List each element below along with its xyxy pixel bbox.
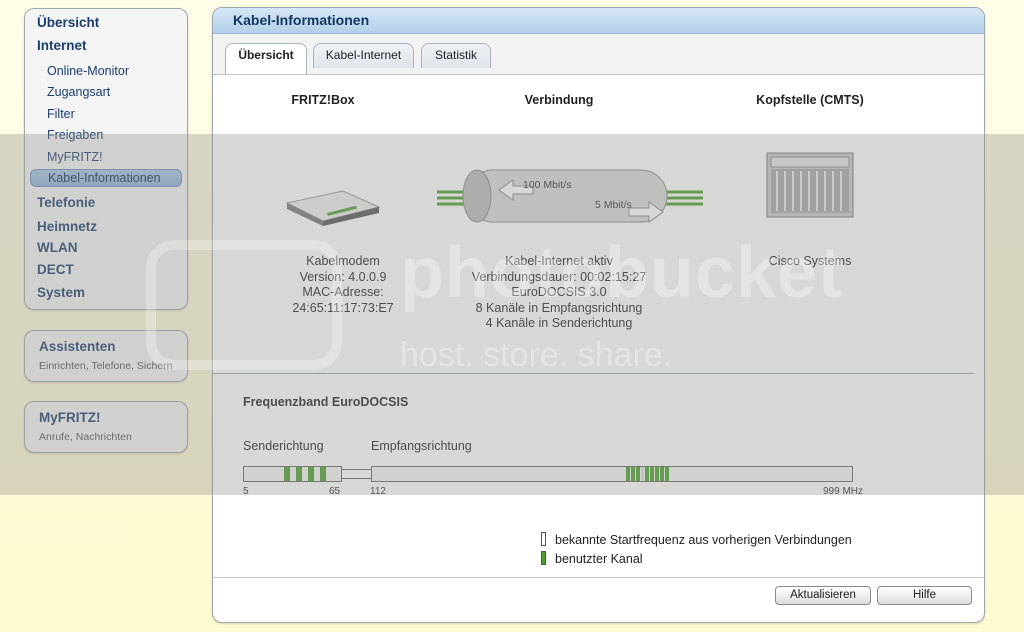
connection-info: Kabel-Internet aktiv Verbindungsdauer: 0…: [449, 254, 669, 332]
tab-kabel-internet[interactable]: Kabel-Internet: [313, 43, 414, 68]
cable-connection-icon: [437, 169, 703, 223]
band-gap-connector: [342, 469, 371, 479]
legend-known-swatch: [541, 532, 546, 546]
tick-5: 5: [243, 486, 249, 497]
send-channel: [320, 467, 326, 481]
nav-subitem-zugangsart[interactable]: Zugangsart: [47, 85, 110, 99]
page-title: Kabel-Informationen: [233, 12, 370, 28]
cmts-header: Kopfstelle (CMTS): [756, 93, 864, 107]
receive-channel: [665, 467, 669, 481]
nav-subitem-kabel-informationen[interactable]: Kabel-Informationen: [30, 169, 182, 187]
mac-address: 24:65:11:17:73:E7: [292, 300, 394, 315]
cmts-rack-icon: [766, 152, 854, 218]
frequency-band-title: Frequenzband EuroDOCSIS: [243, 395, 409, 409]
receive-channel: [636, 467, 640, 481]
nav-item-heimnetz[interactable]: Heimnetz: [37, 219, 97, 234]
upstream-channels: 4 Kanäle in Senderichtung: [485, 316, 633, 330]
receive-channel: [626, 467, 630, 481]
nav-item-internet[interactable]: Internet: [37, 38, 87, 53]
modem-icon: [285, 190, 381, 226]
assistenten-title[interactable]: Assistenten: [39, 339, 116, 354]
receive-channel: [631, 467, 635, 481]
tick-65: 65: [329, 486, 341, 497]
tick-112: 112: [370, 486, 386, 497]
legend-known-label: bekannte Startfrequenz aus vorherigen Ve…: [555, 533, 852, 547]
section-divider: [213, 373, 974, 374]
nav-item-dect[interactable]: DECT: [37, 262, 74, 277]
page-titlebar: Kabel-Informationen: [213, 8, 984, 34]
nav-subitem-filter[interactable]: Filter: [47, 107, 75, 121]
mac-label: MAC-Adresse:: [302, 285, 384, 299]
receive-channel: [650, 467, 654, 481]
nav-subitem-online-monitor[interactable]: Online-Monitor: [47, 64, 129, 78]
nav-item-telefonie[interactable]: Telefonie: [37, 195, 95, 210]
refresh-button[interactable]: Aktualisieren: [775, 586, 871, 605]
fritzbox-header: FRITZ!Box: [291, 93, 355, 107]
cmts-vendor: Cisco Systems: [768, 254, 852, 268]
nav-subitem-myfritz[interactable]: MyFRITZ!: [47, 150, 103, 164]
downstream-channels: 8 Kanäle in Empfangsrichtung: [475, 300, 643, 315]
fritzbox-info: Kabelmodem Version: 4.0.0.9 MAC-Adresse:…: [253, 254, 433, 316]
tab-statistik[interactable]: Statistik: [421, 43, 491, 68]
known-start-frequency: [641, 467, 644, 481]
cmts-info: Cisco Systems: [725, 254, 895, 270]
receive-channel: [660, 467, 664, 481]
footer-divider: [213, 577, 984, 578]
receive-direction-label: Empfangsrichtung: [371, 439, 472, 453]
receive-channel: [645, 467, 649, 481]
nav-item-system[interactable]: System: [37, 285, 85, 300]
myfritz-subtitle: Anrufe, Nachrichten: [39, 431, 132, 443]
connection-status: Kabel-Internet aktiv: [505, 254, 613, 268]
tab-uebersicht[interactable]: Übersicht: [225, 43, 307, 74]
send-channel: [284, 467, 290, 481]
help-button[interactable]: Hilfe: [877, 586, 972, 605]
legend-used-label: benutzter Kanal: [555, 552, 643, 566]
assistenten-box[interactable]: Assistenten Einrichten, Telefone, Sicher…: [24, 330, 188, 382]
connection-duration: Verbindungsdauer: 00:02:15:27: [471, 269, 647, 284]
main-navigation: Übersicht Internet Online-Monitor Zugang…: [24, 8, 188, 310]
legend-used-swatch: [541, 551, 546, 565]
upstream-rate: 5 Mbit/s: [595, 199, 632, 211]
nav-subitem-freigaben[interactable]: Freigaben: [47, 128, 103, 142]
myfritz-box[interactable]: MyFRITZ! Anrufe, Nachrichten: [24, 401, 188, 453]
modem-version: Version: 4.0.0.9: [299, 269, 387, 284]
connection-header: Verbindung: [524, 93, 594, 107]
send-channel: [296, 467, 302, 481]
nav-item-wlan[interactable]: WLAN: [37, 240, 78, 255]
downstream-rate: 100 Mbit/s: [523, 179, 572, 191]
nav-item-uebersicht[interactable]: Übersicht: [37, 15, 99, 30]
send-channel: [308, 467, 314, 481]
receive-channel: [655, 467, 659, 481]
receive-frequency-bar: [371, 466, 853, 482]
send-frequency-bar: [243, 466, 342, 482]
send-direction-label: Senderichtung: [243, 439, 324, 453]
myfritz-title[interactable]: MyFRITZ!: [39, 410, 101, 425]
assistenten-subtitle: Einrichten, Telefone, Sichern: [39, 360, 173, 372]
docsis-version: EuroDOCSIS 3.0: [511, 285, 607, 299]
modem-type: Kabelmodem: [306, 254, 380, 268]
tick-999: 999 MHz: [823, 486, 864, 497]
content-panel: Kabel-Informationen Übersicht Kabel-Inte…: [212, 7, 985, 623]
